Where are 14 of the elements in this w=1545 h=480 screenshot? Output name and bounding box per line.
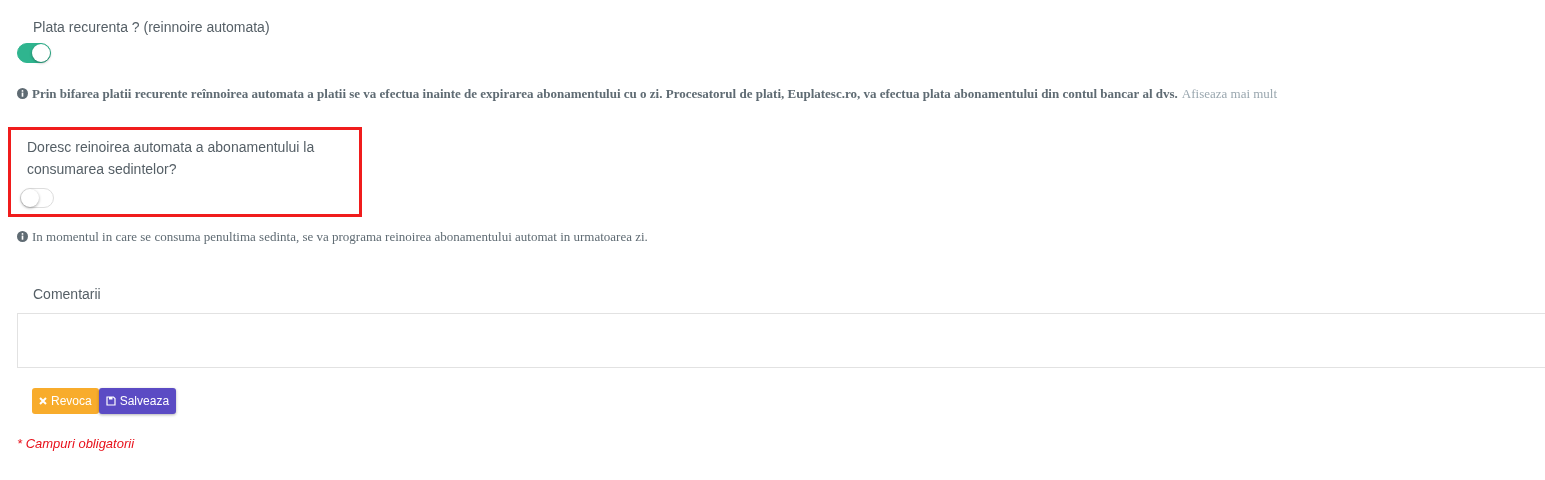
field-label: Comentarii (32, 285, 102, 304)
toggle-switch[interactable] (17, 43, 51, 63)
cancel-button[interactable]: Revoca (32, 388, 99, 414)
info-icon (17, 230, 28, 242)
save-button[interactable]: Salveaza (98, 388, 177, 414)
field-label: Plata recurenta ? (reinnoire automata) (32, 18, 271, 37)
field-label: Doresc reinoirea automata a abonamentului la consumarea sedintelor? (26, 137, 316, 179)
comments-field[interactable] (17, 313, 1545, 368)
close-icon (39, 397, 47, 405)
info-text: Prin bifarea platii recurente reînnoirea automata a platii se va efectua inainte de expirarea abonamentului cu o zi. Procesatorul de plati, Euplatesc.ro, va efectua plata abonamentului din contul bancar al dvs. (32, 85, 1178, 103)
show-more-link[interactable]: Afiseaza mai mult (1181, 84, 1278, 104)
info-text: In momentul in care se consuma penultima sedinta, se va programa reinoirea abonamentului automat in urmatoarea zi. (32, 227, 648, 246)
info-icon (17, 88, 28, 100)
required-note: * Campuri obligatorii (17, 435, 136, 453)
